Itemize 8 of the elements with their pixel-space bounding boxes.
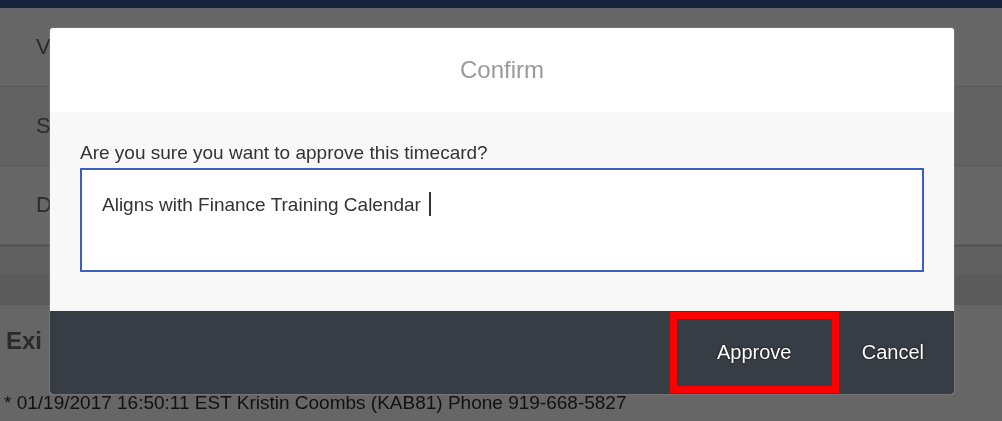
section-heading: Exi bbox=[6, 327, 43, 354]
row-label: D bbox=[36, 192, 52, 218]
row-label: V bbox=[36, 34, 51, 60]
row-label: S bbox=[36, 113, 51, 139]
log-entry: * 01/19/2017 16:50:11 EST Kristin Coombs (KAB81) Phone 919-668-5827 bbox=[4, 392, 627, 413]
comment-field[interactable]: Aligns with Finance Training Calendar bbox=[80, 168, 924, 272]
prompt-label: Are you sure you want to approve this timecard? bbox=[80, 142, 488, 164]
dialog-title: Confirm bbox=[460, 56, 544, 84]
